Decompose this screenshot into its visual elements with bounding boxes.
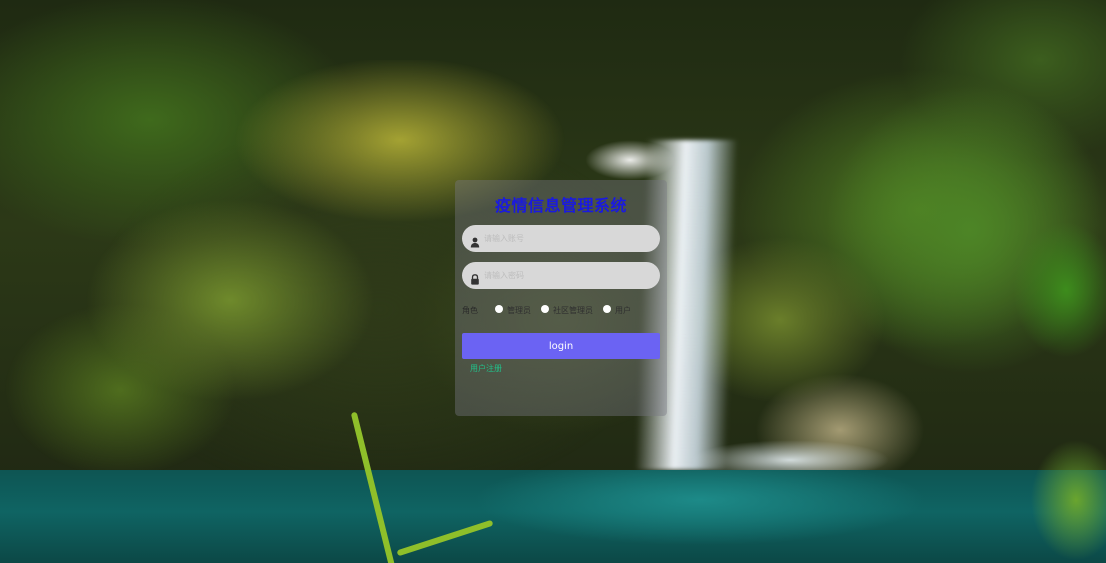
radio-button[interactable] bbox=[495, 305, 503, 313]
page-title: 疫情信息管理系统 bbox=[494, 196, 627, 215]
radio-button[interactable] bbox=[603, 305, 611, 313]
role-selector: 角色 管理员 社区管理员 用户 bbox=[462, 303, 667, 317]
pool-water bbox=[0, 470, 1106, 563]
register-link[interactable]: 用户注册 bbox=[470, 363, 502, 374]
user-icon bbox=[470, 233, 480, 248]
login-panel: 疫情信息管理系统 角色 管理员 社区管理员 bbox=[455, 180, 667, 416]
role-label: 角色 bbox=[462, 306, 478, 315]
role-option-label: 社区管理员 bbox=[553, 306, 593, 315]
username-field[interactable] bbox=[462, 225, 660, 252]
role-option-label: 用户 bbox=[615, 306, 631, 315]
password-input[interactable] bbox=[484, 262, 652, 289]
password-field[interactable] bbox=[462, 262, 660, 289]
role-option-label: 管理员 bbox=[507, 306, 531, 315]
lock-icon bbox=[470, 270, 480, 285]
login-button[interactable]: login bbox=[462, 333, 660, 359]
foliage-right bbox=[996, 200, 1106, 563]
radio-button[interactable] bbox=[541, 305, 549, 313]
username-input[interactable] bbox=[484, 225, 652, 252]
waterfall-top bbox=[585, 140, 675, 180]
